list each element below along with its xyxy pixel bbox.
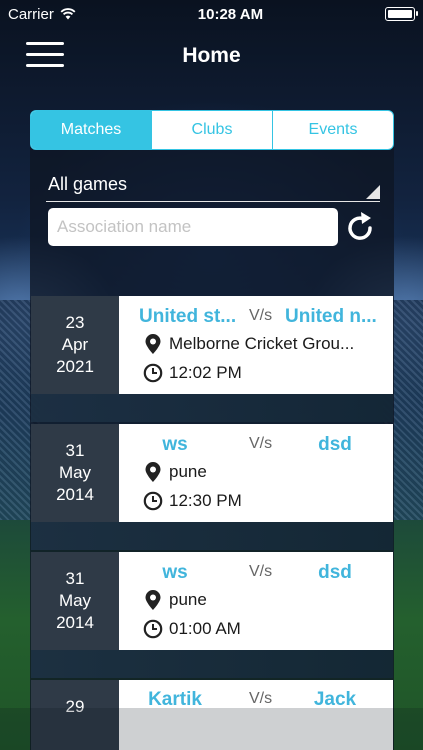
status-left: Carrier: [8, 6, 76, 23]
card-separator: [31, 394, 393, 422]
map-pin-icon: [143, 589, 163, 611]
games-filter-value: All games: [48, 174, 128, 194]
tab-matches[interactable]: Matches: [31, 111, 152, 149]
map-pin-icon: [143, 333, 163, 355]
match-month: May: [58, 591, 92, 610]
match-date: 23 Apr 2021: [31, 296, 119, 394]
tab-events[interactable]: Events: [273, 111, 393, 149]
tab-clubs[interactable]: Clubs: [152, 111, 273, 149]
match-date: 31 May 2014: [31, 552, 119, 650]
dropdown-corner-icon: [366, 185, 380, 199]
match-info: ws V/s dsd pune 01:00 AM: [119, 552, 393, 650]
match-time-row: 01:00 AM: [143, 618, 389, 640]
match-year: 2021: [56, 357, 94, 376]
team-b-name[interactable]: United n...: [285, 306, 391, 328]
battery-icon: [385, 7, 418, 21]
map-pin-icon: [143, 461, 163, 483]
page-title: Home: [182, 44, 241, 67]
match-time-row: 12:30 PM: [143, 490, 389, 512]
clock-icon: [143, 490, 163, 512]
match-card[interactable]: 31 May 2014 ws V/s dsd pune 01:00 AM: [31, 552, 393, 650]
status-bar: Carrier 10:28 AM: [0, 0, 423, 28]
bottom-fade: [0, 708, 423, 750]
card-separator: [31, 650, 393, 678]
navigation-bar: Home: [0, 28, 423, 84]
carrier-label: Carrier: [8, 5, 54, 23]
status-time: 10:28 AM: [197, 5, 264, 23]
match-location-row: pune: [143, 461, 389, 483]
association-search-input[interactable]: [48, 208, 338, 246]
match-teams: ws V/s dsd: [119, 434, 393, 458]
match-info: ws V/s dsd pune 12:30 PM: [119, 424, 393, 522]
hamburger-icon[interactable]: [26, 42, 64, 70]
team-a-name[interactable]: United st...: [139, 306, 247, 328]
team-a-name[interactable]: ws: [123, 562, 227, 584]
match-location: pune: [169, 590, 207, 609]
clock-icon: [143, 618, 163, 640]
team-a-name[interactable]: ws: [123, 434, 227, 456]
match-day: 23: [65, 313, 85, 332]
match-time: 01:00 AM: [169, 619, 241, 638]
versus-label: V/s: [249, 563, 273, 580]
match-location-row: Melborne Cricket Grou...: [143, 333, 389, 355]
match-location: pune: [169, 462, 207, 481]
match-time: 12:30 PM: [169, 491, 242, 510]
match-year: 2014: [56, 485, 94, 504]
card-separator: [31, 522, 393, 550]
match-location: Melborne Cricket Grou...: [169, 334, 355, 353]
games-filter-dropdown[interactable]: All games: [46, 168, 380, 202]
versus-label: V/s: [249, 690, 273, 707]
match-card[interactable]: 23 Apr 2021 United st... V/s United n...…: [31, 296, 393, 394]
match-card[interactable]: 31 May 2014 ws V/s dsd pune 12:30 PM: [31, 424, 393, 522]
match-month: May: [58, 463, 92, 482]
match-teams: United st... V/s United n...: [119, 306, 393, 330]
match-time: 12:02 PM: [169, 363, 242, 382]
refresh-icon[interactable]: [344, 210, 376, 244]
match-info: United st... V/s United n... Melborne Cr…: [119, 296, 393, 394]
match-location-row: pune: [143, 589, 389, 611]
match-year: 2014: [56, 613, 94, 632]
wifi-icon: [60, 8, 76, 20]
segmented-tabs: Matches Clubs Events: [30, 110, 394, 150]
match-month: Apr: [61, 335, 89, 354]
match-teams: ws V/s dsd: [119, 562, 393, 586]
match-date: 31 May 2014: [31, 424, 119, 522]
versus-label: V/s: [249, 307, 273, 324]
clock-icon: [143, 362, 163, 384]
team-b-name[interactable]: dsd: [283, 434, 387, 456]
match-day: 31: [65, 569, 85, 588]
versus-label: V/s: [249, 435, 273, 452]
team-b-name[interactable]: dsd: [283, 562, 387, 584]
match-day: 31: [65, 441, 85, 460]
match-time-row: 12:02 PM: [143, 362, 389, 384]
